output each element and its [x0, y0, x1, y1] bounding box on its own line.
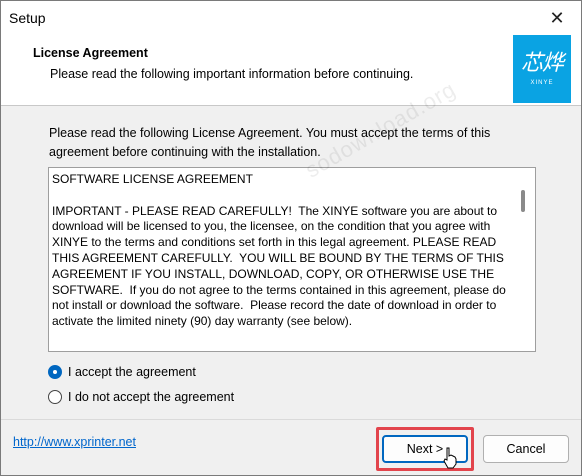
accept-radio[interactable] [48, 365, 62, 379]
page-subtitle: Please read the following important info… [50, 67, 414, 81]
logo-brand: XINYE [530, 80, 554, 86]
setup-window: Setup ✕ License Agreement Please read th… [0, 0, 582, 476]
title-bar: Setup ✕ [1, 1, 581, 35]
page-title: License Agreement [33, 46, 148, 60]
website-link[interactable]: http://www.xprinter.net [13, 435, 136, 449]
window-title: Setup [9, 10, 46, 26]
intro-text: Please read the following License Agreem… [49, 126, 491, 159]
xinye-logo: 芯烨 XINYE [513, 35, 571, 103]
decline-label: I do not accept the agreement [68, 390, 235, 404]
accept-option[interactable]: I accept the agreement [48, 365, 196, 379]
logo-glyphs: 芯烨 [520, 51, 564, 76]
close-icon[interactable]: ✕ [541, 5, 573, 31]
page-header: License Agreement Please read the follow… [1, 35, 581, 106]
cancel-button[interactable]: Cancel [483, 435, 569, 463]
scroll-thumb[interactable] [521, 190, 525, 212]
hand-cursor-icon [443, 447, 457, 469]
footer-divider [1, 419, 581, 420]
next-button-highlight [376, 427, 474, 471]
decline-radio[interactable] [48, 390, 62, 404]
decline-option[interactable]: I do not accept the agreement [48, 390, 234, 404]
accept-label: I accept the agreement [68, 365, 196, 379]
license-textbox[interactable]: SOFTWARE LICENSE AGREEMENT IMPORTANT - P… [48, 167, 536, 352]
license-text: SOFTWARE LICENSE AGREEMENT IMPORTANT - P… [52, 172, 506, 329]
license-scrollbar[interactable] [515, 168, 535, 351]
